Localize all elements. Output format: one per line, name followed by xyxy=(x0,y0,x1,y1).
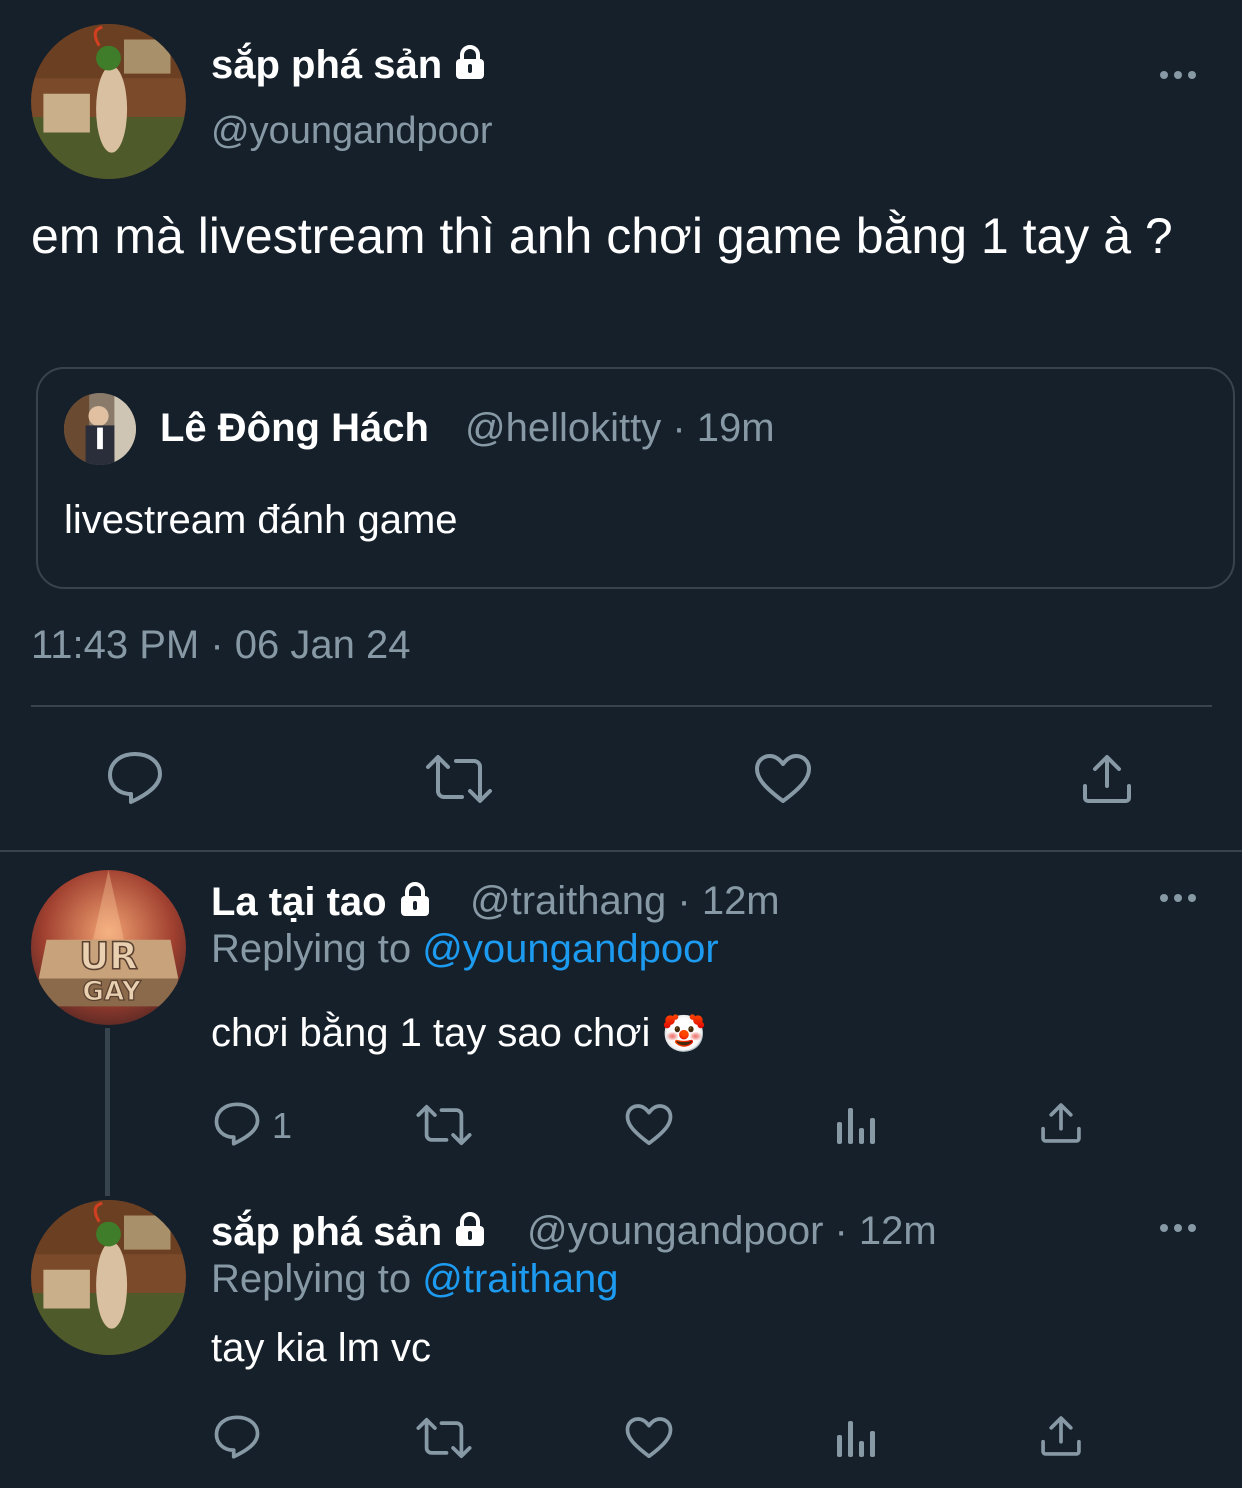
share-icon[interactable] xyxy=(1080,752,1134,806)
more-options-icon[interactable] xyxy=(1160,68,1200,80)
reply-text: chơi bằng 1 tay sao chơi 🤡 xyxy=(211,1011,706,1056)
replying-to-label: Replying to xyxy=(211,1257,412,1301)
author-display-name: sắp phá sản xyxy=(211,43,443,87)
replying-to: Replying to @traithang xyxy=(211,1257,619,1302)
reply-handle-time: @traithang · 12m xyxy=(470,879,780,923)
replying-to: Replying to @youngandpoor xyxy=(211,927,719,972)
reply-avatar[interactable]: UR GAY xyxy=(31,870,186,1025)
reply-icon[interactable] xyxy=(106,750,164,806)
quoted-author-avatar xyxy=(64,393,136,465)
quoted-author-name: Lê Đông Hách xyxy=(160,406,429,450)
lock-icon xyxy=(450,42,490,92)
thread-line xyxy=(105,1028,110,1196)
divider xyxy=(31,705,1212,707)
reply-text-content: chơi bằng 1 tay sao chơi xyxy=(211,1011,651,1055)
lock-icon xyxy=(450,1209,490,1259)
more-options-icon[interactable] xyxy=(1160,891,1200,903)
replying-to-label: Replying to xyxy=(211,927,412,971)
retweet-icon[interactable] xyxy=(415,1103,473,1147)
more-options-icon[interactable] xyxy=(1160,1221,1200,1233)
quoted-tweet[interactable] xyxy=(36,367,1235,589)
replying-to-link[interactable]: @traithang xyxy=(422,1257,618,1301)
share-icon[interactable] xyxy=(1039,1414,1083,1458)
analytics-icon[interactable] xyxy=(835,1104,877,1146)
like-icon[interactable] xyxy=(625,1416,673,1460)
reply-text: tay kia lm vc xyxy=(211,1326,432,1370)
tweet-text: em mà livestream thì anh chơi game bằng … xyxy=(31,208,1173,264)
analytics-icon[interactable] xyxy=(835,1417,877,1459)
tweet-timestamp[interactable]: 11:43 PM · 06 Jan 24 xyxy=(31,623,411,668)
svg-text:UR: UR xyxy=(79,934,138,978)
lock-icon xyxy=(395,879,435,929)
like-icon[interactable] xyxy=(625,1103,673,1147)
like-icon[interactable] xyxy=(754,753,812,805)
replying-to-link[interactable]: @youngandpoor xyxy=(422,927,718,971)
reply-icon[interactable] xyxy=(213,1101,261,1147)
section-divider xyxy=(0,850,1242,852)
retweet-icon[interactable] xyxy=(415,1416,473,1460)
reply-icon[interactable] xyxy=(213,1414,261,1460)
quoted-text: livestream đánh game xyxy=(64,498,458,542)
reply-count: 1 xyxy=(272,1105,293,1146)
author-handle[interactable]: @youngandpoor xyxy=(211,110,493,153)
reply-author-name[interactable]: sắp phá sản xyxy=(211,1209,490,1259)
retweet-icon[interactable] xyxy=(424,753,494,805)
author-avatar[interactable] xyxy=(31,24,186,179)
author-name[interactable]: sắp phá sản xyxy=(211,42,490,92)
reply-handle-time: @youngandpoor · 12m xyxy=(527,1209,937,1253)
reply-avatar[interactable] xyxy=(31,1200,186,1355)
share-icon[interactable] xyxy=(1039,1101,1083,1145)
clown-emoji: 🤡 xyxy=(661,1013,707,1054)
reply-author-name[interactable]: La tại tao xyxy=(211,879,435,929)
reply-display-name: sắp phá sản xyxy=(211,1210,443,1254)
reply-display-name: La tại tao xyxy=(211,880,387,924)
svg-text:GAY: GAY xyxy=(82,977,141,1007)
quoted-handle-time: @hellokitty · 19m xyxy=(465,406,775,450)
